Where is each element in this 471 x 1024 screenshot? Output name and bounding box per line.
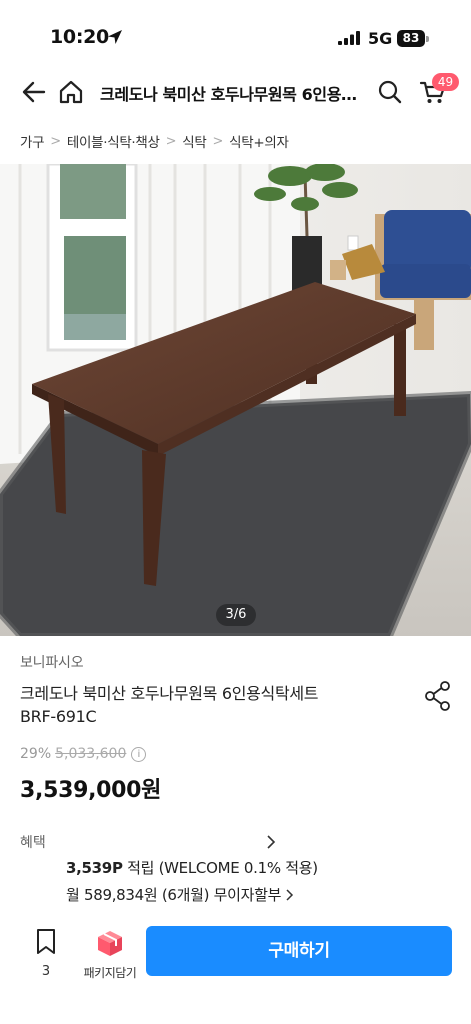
original-price: 5,033,600 <box>55 746 127 762</box>
installment-text: 월 589,834원 (6개월) 무이자할부 <box>66 886 282 904</box>
breadcrumb-item[interactable]: 가구 <box>20 131 45 151</box>
discount-row: 29% 5,033,600 i <box>20 746 147 762</box>
add-to-package-button[interactable]: 패키지담기 <box>78 926 142 984</box>
search-icon <box>378 80 402 104</box>
chevron-right-icon[interactable] <box>265 834 277 850</box>
breadcrumb-item[interactable]: 식탁+의자 <box>229 131 289 151</box>
wishlist-count: 3 <box>41 964 51 979</box>
share-icon <box>425 681 450 711</box>
product-name: 크레도나 북미산 호두나무원목 6인용식탁세트 BRF-691C <box>20 682 400 728</box>
points-info: 3,539P 적립 (WELCOME 0.1% 적용) <box>66 857 318 878</box>
chevron-right-icon: > <box>212 133 224 149</box>
package-label: 패키지담기 <box>83 966 137 980</box>
points-text: 적립 (WELCOME 0.1% 적용) <box>127 859 318 877</box>
status-bar: 10:20 5G 83 <box>0 0 471 66</box>
points-value: 3,539P <box>66 859 123 877</box>
product-model: BRF-691C <box>20 707 97 726</box>
status-time: 10:20 <box>50 26 109 48</box>
home-icon <box>59 80 83 104</box>
search-button[interactable] <box>374 76 406 108</box>
share-button[interactable] <box>424 681 452 711</box>
chevron-right-icon: > <box>50 133 61 149</box>
buy-button[interactable]: 구매하기 <box>146 926 452 976</box>
product-image-carousel[interactable] <box>0 164 471 636</box>
back-button[interactable] <box>18 76 50 108</box>
cellular-signal-icon <box>338 31 360 45</box>
info-icon[interactable]: i <box>131 746 147 762</box>
gift-box-icon <box>98 931 122 956</box>
benefit-label: 혜택 <box>20 835 46 851</box>
back-arrow-icon <box>22 81 46 103</box>
bottom-action-bar: 3 패키지담기 구매하기 <box>0 920 471 1024</box>
page-title: 크레도나 북미산 호두나무원목 6인용식탁세트 BRF-691C <box>100 85 362 104</box>
home-button[interactable] <box>55 76 87 108</box>
product-name-line: 크레도나 북미산 호두나무원목 6인용식탁세트 <box>20 684 319 703</box>
image-counter: 3/6 <box>216 604 256 626</box>
installment-info[interactable]: 월 589,834원 (6개월) 무이자할부 <box>66 884 296 905</box>
battery-level: 83 <box>397 30 425 47</box>
product-photo <box>0 164 471 636</box>
breadcrumb-item[interactable]: 식탁 <box>182 131 207 151</box>
network-type: 5G <box>368 29 393 48</box>
breadcrumb-item[interactable]: 테이블·식탁·책상 <box>67 131 160 151</box>
cart-count-badge: 49 <box>432 73 459 91</box>
battery-icon: 83 <box>397 30 429 47</box>
chevron-right-icon: > <box>165 133 177 149</box>
chevron-right-icon <box>286 888 294 901</box>
breadcrumb: 가구 > 테이블·식탁·책상 > 식탁 > 식탁+의자 <box>20 130 289 152</box>
sale-price: 3,539,000원 <box>20 778 162 803</box>
wishlist-button[interactable]: 3 <box>28 926 64 984</box>
top-nav: 크레도나 북미산 호두나무원목 6인용식탁세트 BRF-691C <box>0 66 471 120</box>
location-arrow-icon <box>108 30 122 44</box>
brand-name[interactable]: 보니파시오 <box>20 652 84 672</box>
bookmark-icon <box>37 929 55 954</box>
discount-rate: 29% <box>20 746 52 762</box>
